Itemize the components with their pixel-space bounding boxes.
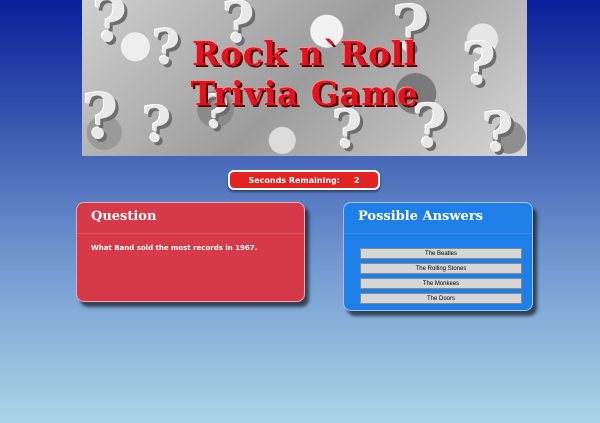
banner-image: ? ? ? ? ? ? ? ? ? ? ? Rock n`Roll Trivia… bbox=[82, 0, 527, 156]
game-title-line2: Trivia Game bbox=[190, 74, 419, 113]
timer-value: 2 bbox=[353, 175, 360, 185]
question-panel: Question What Band sold the most records… bbox=[76, 202, 305, 302]
answer-button[interactable]: The Doors bbox=[360, 293, 522, 304]
answers-panel: Possible Answers The Beatles The Rolling… bbox=[343, 202, 533, 311]
answer-button[interactable]: The Beatles bbox=[360, 248, 522, 259]
question-heading: Question bbox=[77, 203, 304, 234]
answers-heading: Possible Answers bbox=[344, 203, 532, 234]
game-title-line1: Rock n`Roll bbox=[192, 34, 417, 73]
timer-bar: Seconds Remaining: 2 bbox=[228, 170, 380, 190]
question-text: What Band sold the most records in 1967. bbox=[91, 244, 258, 252]
answer-button[interactable]: The Monkees bbox=[360, 278, 522, 289]
timer-label: Seconds Remaining: bbox=[248, 175, 340, 185]
answer-button[interactable]: The Rolling Stones bbox=[360, 263, 522, 274]
answer-list: The Beatles The Rolling Stones The Monke… bbox=[344, 248, 532, 304]
